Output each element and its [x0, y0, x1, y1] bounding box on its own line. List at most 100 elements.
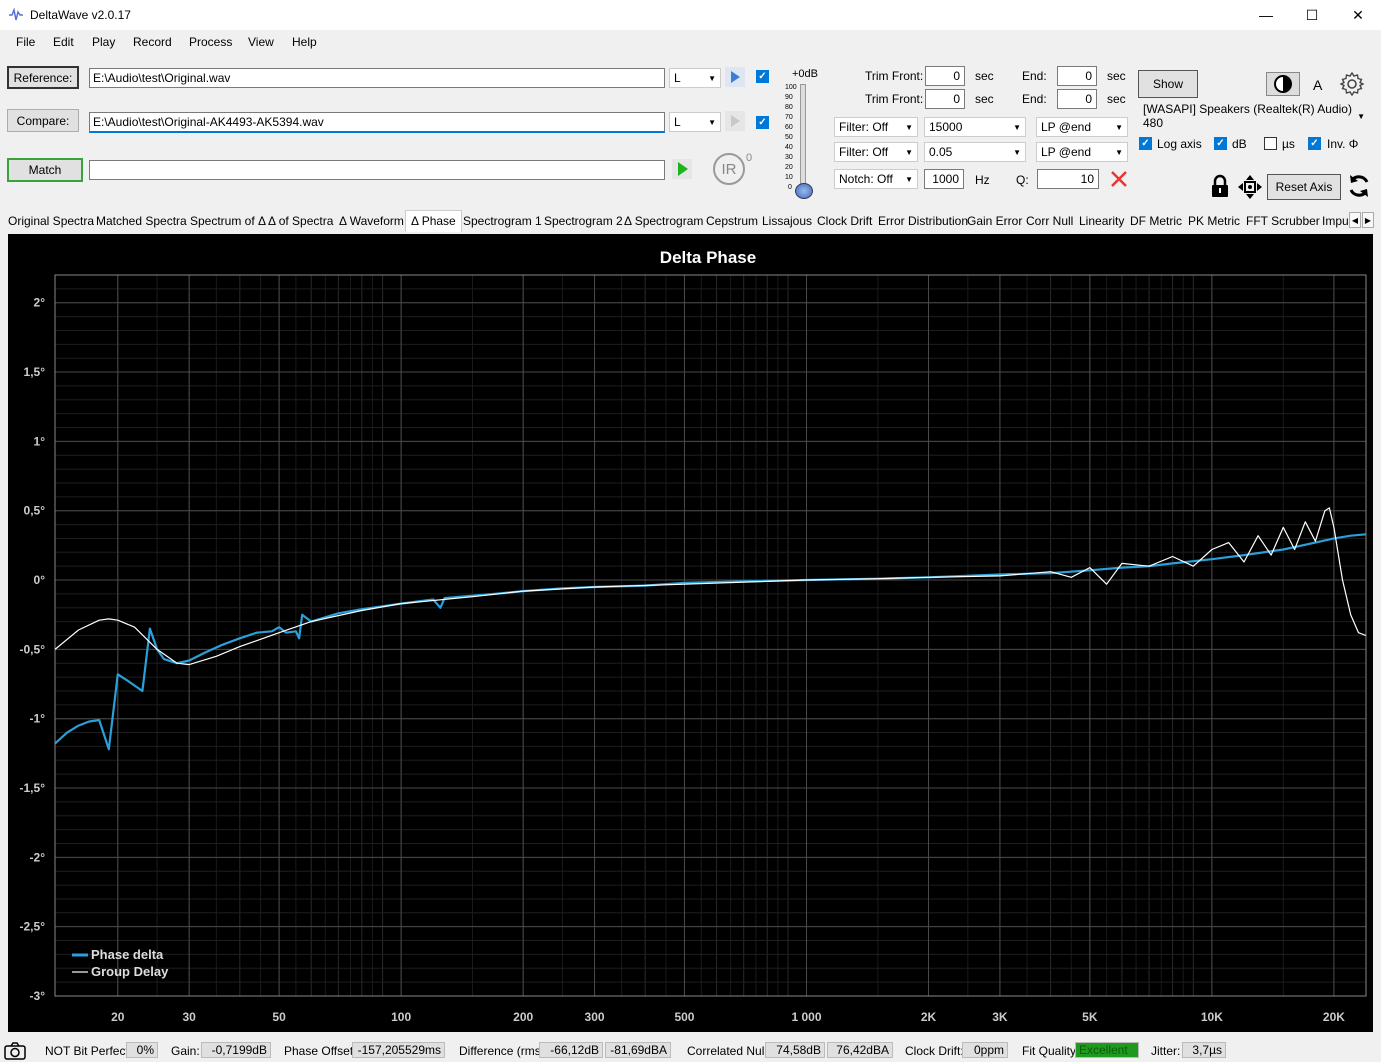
tab-original-spectra[interactable]: Original Spectra: [8, 214, 94, 228]
chevron-down-icon: ▼: [1013, 122, 1021, 132]
difference-dba-value: -81,69dBA: [605, 1042, 671, 1058]
chevron-down-icon: ▼: [1357, 111, 1365, 121]
tab-gain-error[interactable]: Gain Error: [967, 214, 1022, 228]
trim-end-field-2[interactable]: 0: [1057, 89, 1097, 109]
trim-front-unit-1: sec: [975, 69, 994, 83]
level-slider-track[interactable]: [800, 84, 806, 190]
menu-view[interactable]: View: [248, 35, 274, 49]
settings-gear-icon[interactable]: [1339, 71, 1365, 97]
filter-value-select-1[interactable]: 15000 ▼: [924, 117, 1026, 137]
play-reference-icon[interactable]: [725, 67, 745, 87]
lock-icon[interactable]: [1209, 174, 1231, 198]
menu-help[interactable]: Help: [292, 35, 317, 49]
tab-scroll-left-icon[interactable]: ◀: [1349, 212, 1361, 228]
tab-lissajous[interactable]: Lissajous: [762, 214, 812, 228]
trim-front-field-2[interactable]: 0: [925, 89, 965, 109]
reference-enabled-checkbox[interactable]: ✓: [756, 70, 769, 83]
tab-matched-spectra[interactable]: Matched Spectra: [96, 214, 187, 228]
difference-db-value: -66,12dB: [539, 1042, 603, 1058]
db-checkbox[interactable]: ✓: [1214, 137, 1227, 150]
x-tick-label: 100: [391, 1010, 411, 1024]
filter-select-2[interactable]: Filter: Off ▼: [834, 142, 918, 162]
filter-mode-select-2[interactable]: LP @end ▼: [1036, 142, 1128, 162]
compare-channel-value: L: [674, 115, 681, 129]
correlated-null-label: Correlated Null:: [687, 1044, 771, 1058]
play-compare-icon[interactable]: [725, 111, 745, 131]
menu-play[interactable]: Play: [92, 35, 115, 49]
tab-spectrum-of-delta[interactable]: Spectrum of Δ: [190, 214, 266, 228]
match-button[interactable]: Match: [7, 158, 83, 182]
trim-front-field-1[interactable]: 0: [925, 66, 965, 86]
compare-path-field[interactable]: E:\Audio\test\Original-AK4493-AK5394.wav: [89, 112, 665, 133]
log-axis-checkbox[interactable]: ✓: [1139, 137, 1152, 150]
compare-channel-select[interactable]: L ▼: [669, 112, 721, 132]
tab-fft-scrubber[interactable]: FFT Scrubber: [1246, 214, 1320, 228]
x-tick-label: 10K: [1201, 1010, 1223, 1024]
chart-panel[interactable]: Delta Phase 20 30 50 100 200 300 500 1 000 2K 3K 5…: [8, 234, 1373, 1032]
tab-impulse[interactable]: Impu: [1322, 214, 1348, 228]
menu-edit[interactable]: Edit: [53, 35, 74, 49]
us-checkbox[interactable]: [1264, 137, 1277, 150]
menu-record[interactable]: Record: [133, 35, 172, 49]
tab-strip: Original Spectra Matched Spectra Spectru…: [0, 210, 1381, 232]
tab-delta-waveform[interactable]: Δ Waveform: [339, 214, 404, 228]
tab-linearity[interactable]: Linearity: [1079, 214, 1124, 228]
maximize-button[interactable]: ☐: [1289, 0, 1335, 30]
tab-df-metric[interactable]: DF Metric: [1130, 214, 1182, 228]
tab-delta-spectrogram[interactable]: Δ Spectrogram: [624, 214, 703, 228]
gain-label: Gain:: [171, 1044, 200, 1058]
theme-toggle-icon[interactable]: [1266, 72, 1300, 96]
tab-delta-of-spectra[interactable]: Δ of Spectra: [268, 214, 333, 228]
compare-button[interactable]: Compare:: [7, 109, 79, 132]
reference-channel-select[interactable]: L ▼: [669, 68, 721, 88]
tab-clock-drift[interactable]: Clock Drift: [817, 214, 872, 228]
x-tick-label: 5K: [1082, 1010, 1098, 1024]
invert-phase-checkbox[interactable]: ✓: [1308, 137, 1321, 150]
level-slider-thumb[interactable]: [795, 183, 813, 199]
menu-file[interactable]: File: [16, 35, 35, 49]
filter-value-select-2[interactable]: 0.05 ▼: [924, 142, 1026, 162]
play-match-icon[interactable]: [672, 159, 692, 179]
minimize-button[interactable]: —: [1243, 0, 1289, 30]
tab-spectrogram-1[interactable]: Spectrogram 1: [463, 214, 542, 228]
y-tick-label: -1°: [30, 712, 46, 726]
compare-enabled-checkbox[interactable]: ✓: [756, 116, 769, 129]
gain-value: -0,7199dB: [201, 1042, 271, 1058]
reference-path-field[interactable]: E:\Audio\test\Original.wav: [89, 68, 665, 88]
trim-end-field-1[interactable]: 0: [1057, 66, 1097, 86]
impulse-response-button[interactable]: IR: [713, 153, 745, 185]
filter-select-1[interactable]: Filter: Off ▼: [834, 117, 918, 137]
notch-q-field[interactable]: 10: [1037, 169, 1099, 189]
refresh-icon[interactable]: [1347, 173, 1371, 199]
device-select[interactable]: [WASAPI] Speakers (Realtek(R) Audio) 480…: [1138, 102, 1370, 130]
status-bar: NOT Bit Perfect 0% Gain: -0,7199dB Phase…: [0, 1038, 1381, 1062]
tab-error-distribution[interactable]: Error Distribution: [878, 214, 968, 228]
tab-pk-metric[interactable]: PK Metric: [1188, 214, 1240, 228]
chart-legend: Phase delta Group Delay: [72, 947, 169, 979]
close-button[interactable]: ✕: [1335, 0, 1381, 30]
filter-mode-2: LP @end: [1041, 145, 1091, 159]
font-toggle[interactable]: A: [1313, 77, 1322, 93]
menu-process[interactable]: Process: [189, 35, 232, 49]
tab-scroll-right-icon[interactable]: ▶: [1362, 212, 1374, 228]
notch-frequency-field[interactable]: 1000: [924, 169, 964, 189]
notch-select[interactable]: Notch: Off ▼: [834, 169, 918, 189]
filter-mode-select-1[interactable]: LP @end ▼: [1036, 117, 1128, 137]
x-tick-label: 20K: [1323, 1010, 1345, 1024]
pan-move-icon[interactable]: [1237, 174, 1263, 200]
camera-icon[interactable]: [4, 1042, 26, 1060]
reset-axis-button[interactable]: Reset Axis: [1267, 174, 1341, 200]
delta-phase-chart[interactable]: Delta Phase 20 30 50 100 200 300 500 1 000 2K 3K 5…: [8, 234, 1373, 1032]
tab-spectrogram-2[interactable]: Spectrogram 2: [544, 214, 623, 228]
show-button[interactable]: Show: [1138, 70, 1198, 98]
chevron-down-icon: ▼: [708, 117, 716, 127]
jitter-value: 3,7µs: [1182, 1042, 1226, 1058]
fit-quality-label: Fit Quality:: [1022, 1044, 1080, 1058]
clear-filters-icon[interactable]: [1109, 169, 1129, 189]
tab-cepstrum[interactable]: Cepstrum: [706, 214, 758, 228]
y-tick-label: -2°: [30, 850, 46, 864]
reference-button[interactable]: Reference:: [7, 66, 79, 89]
x-tick-label: 20: [111, 1010, 125, 1024]
tab-delta-phase[interactable]: Δ Phase: [405, 210, 462, 232]
tab-corr-null[interactable]: Corr Null: [1026, 214, 1073, 228]
